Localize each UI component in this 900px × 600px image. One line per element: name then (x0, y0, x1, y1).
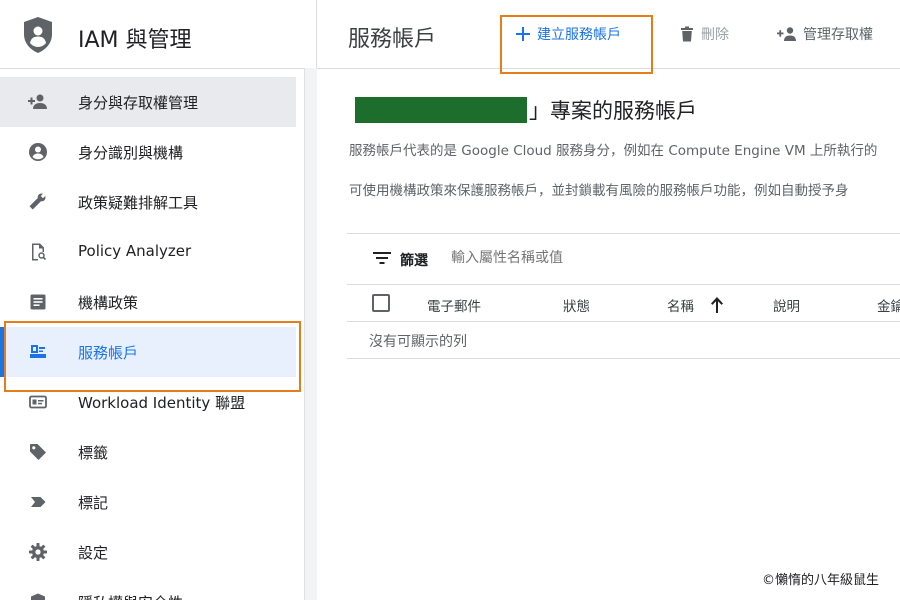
column-header-description[interactable]: 說明 (773, 295, 800, 315)
sidebar-item-label: 身分識別與機構 (78, 144, 184, 162)
sidebar-item-labels[interactable]: 標記 (0, 477, 296, 527)
app-title: IAM 與管理 (78, 28, 192, 53)
create-service-account-label: 建立服務帳戶 (537, 27, 621, 43)
sidebar-item-tags[interactable]: 標籤 (0, 427, 296, 477)
filter-bar: 篩選 (347, 233, 900, 285)
iam-shield-icon (24, 17, 52, 53)
sidebar-item-policy-analyzer[interactable]: Policy Analyzer (0, 227, 296, 277)
filter-label: 篩選 (400, 253, 428, 269)
table-header: 電子郵件 狀態 名稱 說明 金鑰 (347, 285, 900, 322)
column-header-key[interactable]: 金鑰 (877, 295, 900, 315)
gear-icon (29, 543, 47, 561)
sort-arrow-up-icon (711, 297, 723, 313)
column-header-email[interactable]: 電子郵件 (427, 295, 481, 315)
filter-input[interactable] (449, 249, 753, 267)
sidebar-item-label: 身分與存取權管理 (78, 94, 199, 112)
delete-button[interactable]: 刪除 (679, 24, 729, 44)
page-title: 服務帳戶 (348, 27, 437, 52)
sidebar-item-policy-troubleshooter[interactable]: 政策疑難排解工具 (0, 177, 296, 227)
create-service-account-button[interactable]: 建立服務帳戶 (515, 24, 621, 44)
sidebar-item-settings[interactable]: 設定 (0, 527, 296, 577)
wrench-icon (29, 193, 46, 210)
document-search-icon (32, 243, 47, 261)
sidebar-item-service-accounts[interactable]: 服務帳戶 (0, 327, 296, 377)
sidebar-item-identity-org[interactable]: 身分識別與機構 (0, 127, 296, 177)
plus-icon (516, 27, 530, 41)
shield-icon (31, 593, 45, 600)
id-card-icon (29, 395, 47, 409)
empty-table-message: 沒有可顯示的列 (369, 334, 467, 350)
service-accounts-table: 篩選 電子郵件 狀態 名稱 說明 金鑰 沒有可顯示的列 (347, 233, 900, 359)
sidebar-item-label: 政策疑難排解工具 (78, 194, 199, 212)
sidebar-item-privacy-security[interactable]: 隱私權與安全性 (0, 577, 296, 600)
project-heading: 」專案的服務帳戶 (355, 95, 697, 125)
sidebar-scrollbar[interactable] (304, 68, 317, 600)
sidebar-item-workload-identity[interactable]: Workload Identity 聯盟 (0, 377, 296, 427)
sidebar-item-label: 機構政策 (78, 294, 139, 312)
sidebar-nav: 身分與存取權管理 身分識別與機構 政策疑難排解工具 Policy Analyze… (0, 77, 304, 600)
column-header-status[interactable]: 狀態 (563, 295, 590, 315)
column-header-name-label: 名稱 (667, 299, 694, 315)
watermark: ©懶惰的八年級鼠生 (761, 573, 879, 588)
sidebar-item-label: 設定 (78, 544, 109, 562)
top-toolbar: 服務帳戶 建立服務帳戶 刪除 管理存取權 (317, 0, 900, 69)
delete-label: 刪除 (701, 27, 729, 43)
sidebar-item-label: 服務帳戶 (78, 344, 139, 362)
label-icon (31, 497, 46, 507)
person-add-icon (777, 27, 796, 41)
manage-access-label: 管理存取權 (803, 27, 873, 43)
tag-icon (30, 444, 46, 460)
list-document-icon (30, 294, 46, 310)
sidebar-item-iam[interactable]: 身分與存取權管理 (0, 77, 296, 127)
filter-icon[interactable] (373, 251, 391, 265)
description-line-2: 可使用機構政策來保護服務帳戶，並封鎖載有風險的服務帳戶功能，例如自動授予身 (349, 183, 849, 199)
description-line-1: 服務帳戶代表的是 Google Cloud 服務身分，例如在 Compute E… (349, 143, 878, 159)
trash-icon (681, 26, 693, 42)
service-account-icon (30, 345, 46, 358)
sidebar-header: IAM 與管理 (0, 0, 316, 69)
project-heading-text: 」專案的服務帳戶 (529, 99, 697, 123)
person-add-icon (28, 94, 47, 109)
iam-console: IAM 與管理 身分與存取權管理 身分識別與機構 政策疑難排解工具 Policy… (0, 0, 900, 600)
account-circle-icon (29, 143, 47, 161)
main-content: 」專案的服務帳戶 服務帳戶代表的是 Google Cloud 服務身分，例如在 … (317, 69, 900, 600)
select-all-checkbox[interactable] (372, 294, 390, 312)
sidebar-item-org-policies[interactable]: 機構政策 (0, 277, 296, 327)
sidebar-item-label: Workload Identity 聯盟 (78, 394, 246, 412)
sidebar-item-label: 隱私權與安全性 (78, 592, 183, 600)
empty-table-row: 沒有可顯示的列 (347, 322, 900, 359)
sidebar-item-label: Policy Analyzer (78, 242, 192, 260)
manage-access-button[interactable]: 管理存取權 (777, 24, 873, 44)
sidebar-item-label: 標籤 (78, 444, 109, 462)
sidebar-item-label: 標記 (78, 494, 109, 512)
column-header-name[interactable]: 名稱 (667, 295, 724, 315)
project-name-redaction (355, 97, 527, 123)
